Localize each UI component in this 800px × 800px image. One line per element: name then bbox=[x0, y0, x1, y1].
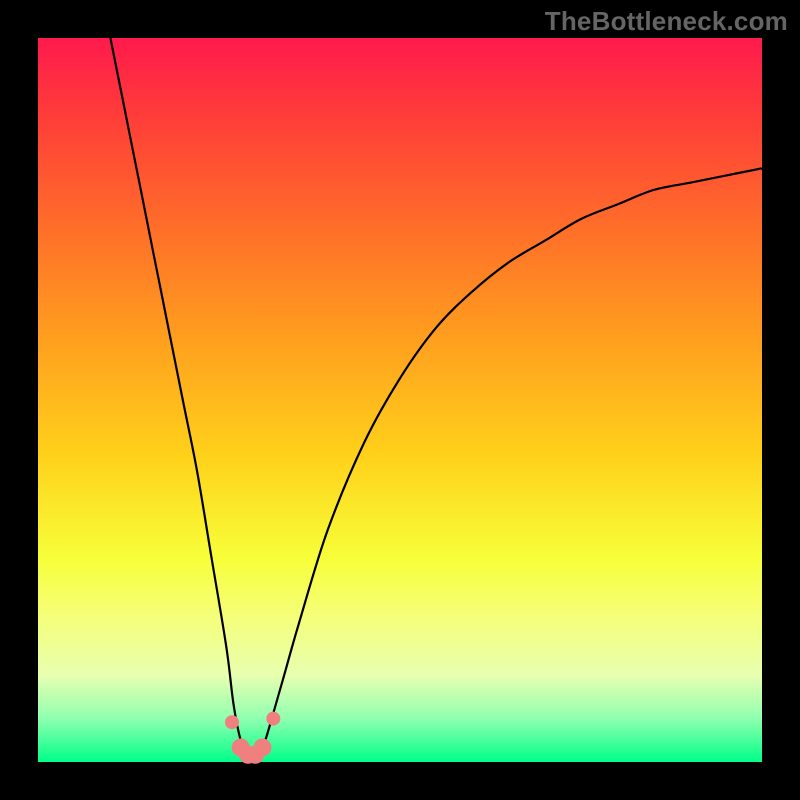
near-optimum-markers bbox=[225, 712, 280, 764]
bottleneck-curve bbox=[110, 38, 762, 756]
near-optimum-marker bbox=[225, 715, 239, 729]
near-optimum-marker bbox=[253, 739, 271, 757]
curve-layer bbox=[38, 38, 762, 762]
near-optimum-marker bbox=[266, 712, 280, 726]
watermark-text: TheBottleneck.com bbox=[545, 6, 788, 37]
chart-frame: TheBottleneck.com bbox=[0, 0, 800, 800]
